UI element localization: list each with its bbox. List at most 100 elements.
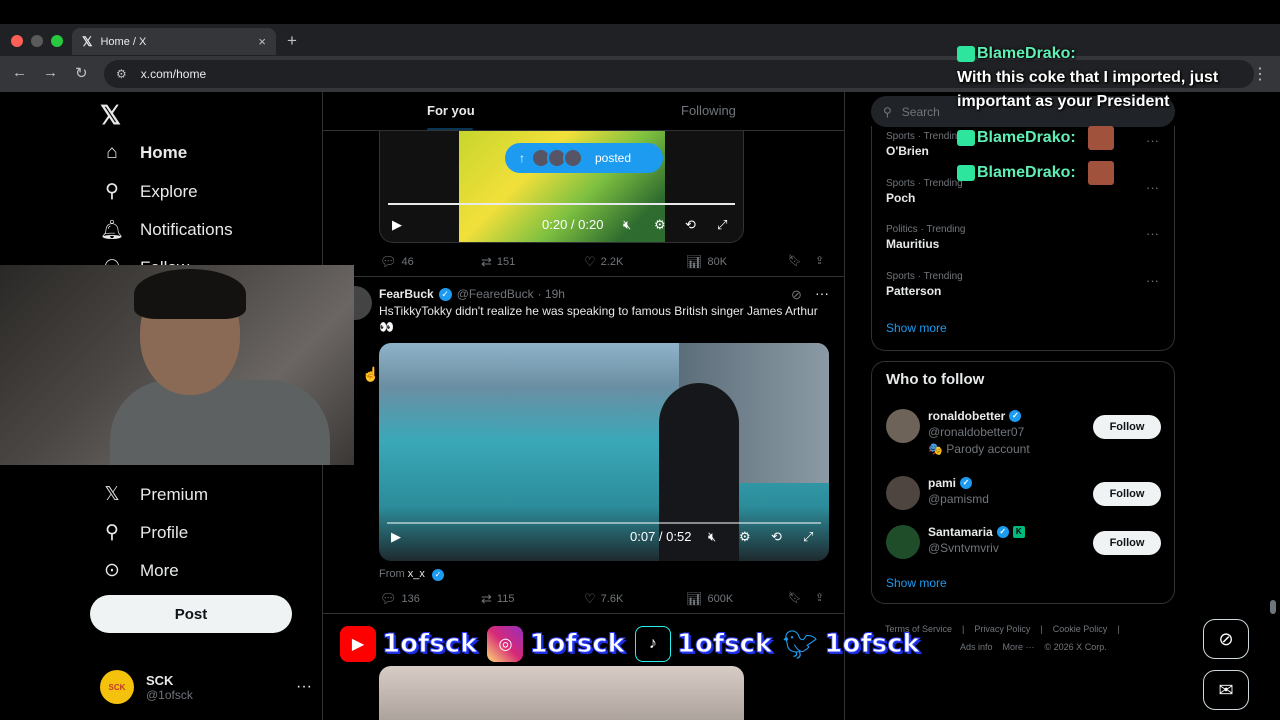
reply-button[interactable]: 💬︎ 136	[380, 591, 420, 607]
views-button[interactable]: 📊︎ 80K	[686, 254, 727, 270]
follow-button[interactable]: Follow	[1093, 415, 1161, 439]
tweet-author-handle[interactable]: @FearedBuck	[457, 287, 534, 301]
like-button[interactable]: ♡ 7.6K	[584, 591, 623, 607]
loop-icon[interactable]: ⟲	[685, 217, 696, 233]
follow-button[interactable]: Follow	[1093, 531, 1161, 555]
fullscreen-icon[interactable]: ⤢	[803, 529, 813, 545]
footer-link[interactable]: More ···	[1003, 642, 1035, 652]
tweet-header: FearBuck ✓ @FearedBuck · 19h	[379, 287, 565, 301]
video-progress[interactable]	[388, 203, 735, 205]
trend-item[interactable]: Sports · Trending Patterson ···	[886, 271, 1159, 298]
scrollbar[interactable]	[1270, 600, 1276, 614]
trend-title: O'Brien	[886, 144, 929, 158]
video-progress[interactable]	[387, 522, 821, 524]
maximize-window-button[interactable]	[51, 35, 63, 47]
tweet-divider	[323, 276, 844, 277]
tweet-time[interactable]: · 19h	[538, 287, 565, 301]
bookmark-icon[interactable]: 🔖︎	[788, 591, 802, 604]
share-icon[interactable]: ⇪	[815, 591, 824, 604]
settings-icon[interactable]: ⚙	[739, 529, 751, 545]
show-more-link[interactable]: Show more	[886, 321, 947, 335]
bookmark-icon[interactable]: 🔖︎	[788, 254, 802, 267]
browser-tab[interactable]: 𝕏 Home / X ×	[72, 28, 276, 55]
views-button[interactable]: 📊︎ 600K	[686, 591, 733, 607]
show-more-link[interactable]: Show more	[886, 576, 947, 590]
trend-item[interactable]: Sports · Trending Poch ···	[886, 178, 1159, 205]
view-count: 600K	[707, 593, 734, 605]
nav-profile[interactable]: ⚲ Profile	[100, 521, 188, 544]
tweet-text: HsTikkyTokky didn't realize he was speak…	[379, 304, 818, 334]
chat-message: BlameDrako:	[957, 161, 1114, 185]
mute-icon[interactable]: 🔇︎	[708, 529, 716, 545]
more-icon[interactable]: ···	[1146, 226, 1159, 241]
footer-link[interactable]: Ads info	[960, 642, 993, 652]
repost-button[interactable]: ⇄ 151	[481, 254, 515, 270]
verified-icon: ✓	[438, 287, 452, 301]
settings-icon[interactable]: ⚙	[654, 217, 666, 233]
tweet-video[interactable]: ▶ 0:07 / 0:52 🔇︎ ⚙ ⟲ ⤢	[379, 343, 829, 561]
search-icon: ⚲	[105, 181, 119, 202]
nav-more[interactable]: ⊙ More	[100, 559, 179, 582]
follow-suggestion[interactable]: pami ✓ @pamismd Follow	[886, 476, 1162, 516]
more-circle-icon: ⊙	[104, 560, 120, 581]
tab-following[interactable]: Following	[681, 103, 736, 118]
more-icon[interactable]: ···	[1146, 273, 1159, 288]
from-user[interactable]: x_x	[408, 568, 425, 580]
footer-link[interactable]: Cookie Policy	[1053, 624, 1108, 634]
suggestion-name: ronaldobetter	[928, 409, 1006, 423]
verified-icon: ✓	[431, 569, 444, 581]
tab-for-you[interactable]: For you	[427, 103, 475, 118]
messages-icon[interactable]: ✉	[1203, 670, 1249, 710]
post-button[interactable]: Post	[90, 595, 292, 633]
reload-icon[interactable]: ↻	[75, 64, 88, 82]
tweet-author-name[interactable]: FearBuck	[379, 287, 434, 301]
like-button[interactable]: ♡ 2.2K	[584, 254, 623, 270]
nav-more-label: More	[140, 560, 179, 580]
trend-item[interactable]: Sports · Trending O'Brien ···	[886, 131, 1159, 158]
mouse-cursor-icon: ☝	[362, 366, 380, 382]
close-window-button[interactable]	[11, 35, 23, 47]
share-icon[interactable]: ⇪	[815, 254, 824, 267]
nav-notifications[interactable]: 🔔︎ Notifications	[100, 218, 233, 242]
chat-username: BlameDrako:	[977, 164, 1076, 181]
tab-title: Home / X	[100, 35, 147, 48]
account-switcher[interactable]: SCK SCK @1ofsck ···	[100, 670, 312, 704]
play-icon[interactable]: ▶	[391, 529, 401, 545]
repost-button[interactable]: ⇄ 115	[481, 591, 514, 607]
loop-icon[interactable]: ⟲	[771, 529, 782, 545]
tweet-image[interactable]	[379, 666, 744, 720]
chat-badge-icon	[957, 130, 975, 146]
play-icon[interactable]: ▶	[392, 217, 402, 233]
mute-icon[interactable]: 🔇︎	[623, 217, 631, 233]
back-icon[interactable]: ←	[12, 64, 27, 81]
minimize-window-button[interactable]	[31, 35, 43, 47]
instagram-icon: ◎	[487, 626, 524, 662]
site-settings-icon[interactable]: ⚙	[116, 67, 127, 81]
footer-link[interactable]: Privacy Policy	[974, 624, 1030, 634]
repost-icon: ⇄	[481, 254, 492, 269]
nav-premium[interactable]: 𝕏 Premium	[100, 483, 208, 506]
more-icon[interactable]: ···	[815, 285, 829, 301]
follow-suggestion[interactable]: Santamaria ✓ K @Svntvmvriv Follow	[886, 525, 1162, 565]
x-logo-icon[interactable]: 𝕏	[100, 100, 121, 131]
avatar	[886, 409, 920, 443]
reply-button[interactable]: 💬︎ 46	[380, 254, 414, 270]
nav-explore[interactable]: ⚲ Explore	[100, 180, 198, 203]
view-count: 80K	[707, 256, 728, 268]
new-tab-icon[interactable]: +	[287, 31, 297, 51]
trend-item[interactable]: Politics · Trending Mauritius ···	[886, 224, 1159, 251]
suggestion-name: pami	[928, 476, 957, 490]
grok-icon[interactable]: ⊘	[1203, 619, 1249, 659]
nav-home[interactable]: ⌂ Home	[100, 142, 187, 164]
close-tab-icon[interactable]: ×	[258, 34, 266, 49]
grok-icon[interactable]: ⊘	[791, 287, 802, 303]
forward-icon[interactable]: →	[43, 64, 58, 81]
fullscreen-icon[interactable]: ⤢	[717, 217, 727, 233]
more-icon[interactable]: ···	[296, 678, 312, 696]
more-icon[interactable]: ···	[1146, 133, 1159, 148]
follow-button[interactable]: Follow	[1093, 482, 1161, 506]
more-icon[interactable]: ···	[1146, 180, 1159, 195]
follow-suggestion[interactable]: ronaldobetter ✓ @ronaldobetter07 🎭 Parody…	[886, 409, 1162, 456]
reply-count: 136	[401, 593, 420, 605]
new-posts-pill[interactable]: ↑ posted	[505, 143, 663, 173]
